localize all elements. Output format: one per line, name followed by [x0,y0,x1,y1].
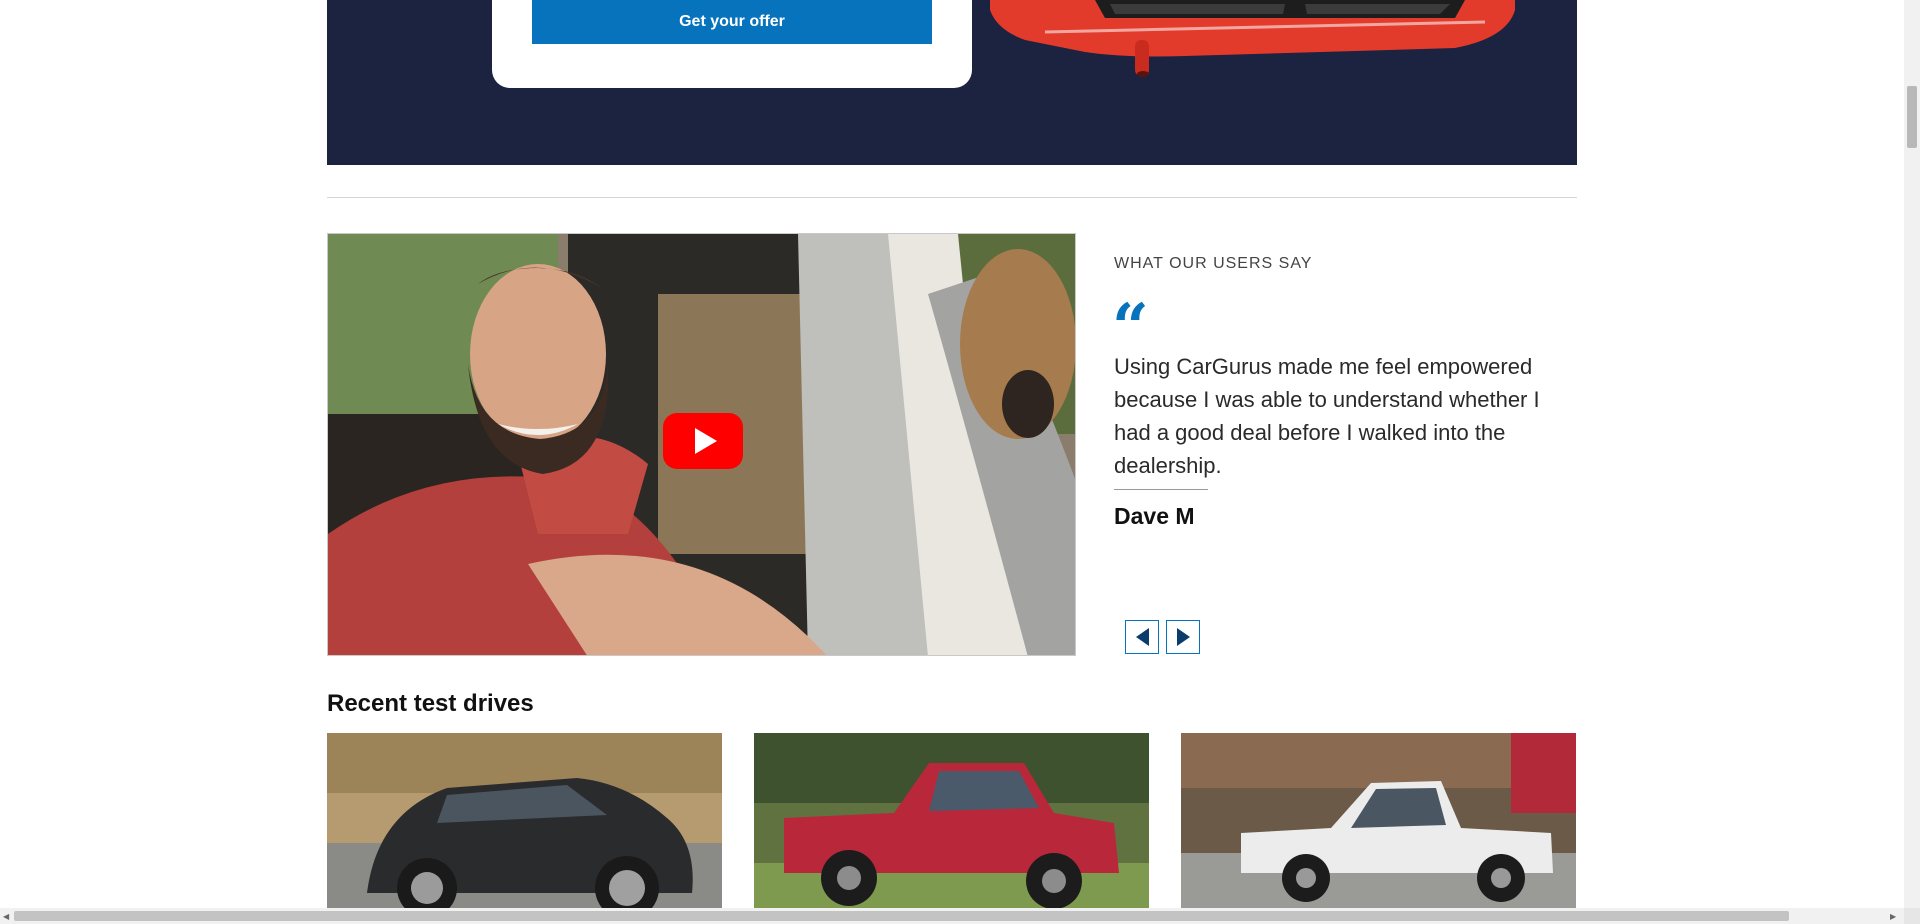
author-divider [1114,489,1208,490]
test-drive-card-suv[interactable] [327,733,722,908]
chevron-left-icon [1135,628,1149,646]
previous-testimonial-button[interactable] [1125,620,1159,654]
section-divider [327,197,1577,198]
red-car-illustration [985,0,1525,80]
scroll-left-icon[interactable]: ◀ [3,912,9,921]
testimonial-eyebrow: WHAT OUR USERS SAY [1114,255,1313,272]
recent-test-drives-title: Recent test drives [327,690,534,717]
youtube-play-icon[interactable] [663,413,743,469]
testimonial-author: Dave M [1114,503,1195,529]
test-drive-card-red-pickup[interactable] [754,733,1149,908]
get-offer-button[interactable]: Get your offer [532,0,932,44]
scroll-right-icon[interactable]: ▶ [1890,912,1896,921]
horizontal-scrollbar-thumb[interactable] [14,911,1789,921]
vertical-scrollbar-thumb[interactable] [1907,86,1917,148]
test-drive-card-white-pickup[interactable] [1181,733,1576,908]
chevron-right-icon [1176,628,1190,646]
quote-icon: “ [1112,296,1149,336]
testimonial-quote: Using CarGurus made me feel empowered be… [1114,354,1540,478]
scrollbar-corner [1904,908,1920,924]
next-testimonial-button[interactable] [1166,620,1200,654]
testimonial-video[interactable] [327,233,1076,656]
